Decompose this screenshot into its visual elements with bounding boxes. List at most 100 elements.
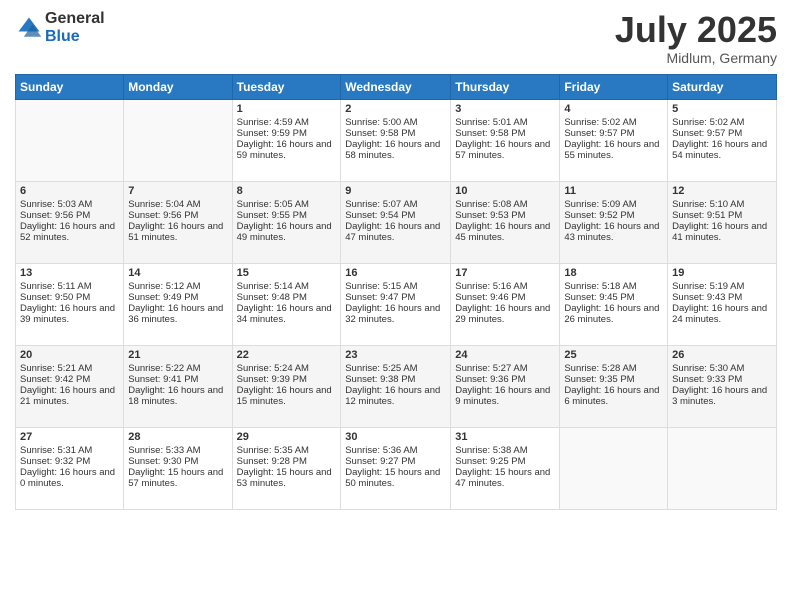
sunset-text: Sunset: 9:45 PM xyxy=(564,292,634,303)
table-row: 19Sunrise: 5:19 AMSunset: 9:43 PMDayligh… xyxy=(668,263,777,345)
daylight-text: Daylight: 16 hours and 59 minutes. xyxy=(237,139,332,161)
sunset-text: Sunset: 9:52 PM xyxy=(564,210,634,221)
day-number: 31 xyxy=(455,431,555,443)
table-row: 15Sunrise: 5:14 AMSunset: 9:48 PMDayligh… xyxy=(232,263,341,345)
day-number: 6 xyxy=(20,185,119,197)
daylight-text: Daylight: 16 hours and 39 minutes. xyxy=(20,303,115,325)
day-number: 4 xyxy=(564,103,663,115)
day-number: 30 xyxy=(345,431,446,443)
sunrise-text: Sunrise: 5:04 AM xyxy=(128,199,200,210)
daylight-text: Daylight: 16 hours and 45 minutes. xyxy=(455,221,550,243)
table-row: 13Sunrise: 5:11 AMSunset: 9:50 PMDayligh… xyxy=(16,263,124,345)
sunrise-text: Sunrise: 4:59 AM xyxy=(237,117,309,128)
sunrise-text: Sunrise: 5:05 AM xyxy=(237,199,309,210)
sunrise-text: Sunrise: 5:35 AM xyxy=(237,445,309,456)
col-tuesday: Tuesday xyxy=(232,74,341,99)
daylight-text: Daylight: 16 hours and 58 minutes. xyxy=(345,139,440,161)
sunset-text: Sunset: 9:36 PM xyxy=(455,374,525,385)
daylight-text: Daylight: 16 hours and 49 minutes. xyxy=(237,221,332,243)
sunrise-text: Sunrise: 5:24 AM xyxy=(237,363,309,374)
table-row: 20Sunrise: 5:21 AMSunset: 9:42 PMDayligh… xyxy=(16,345,124,427)
sunrise-text: Sunrise: 5:10 AM xyxy=(672,199,744,210)
sunrise-text: Sunrise: 5:15 AM xyxy=(345,281,417,292)
daylight-text: Daylight: 15 hours and 47 minutes. xyxy=(455,467,550,489)
table-row: 7Sunrise: 5:04 AMSunset: 9:56 PMDaylight… xyxy=(124,181,232,263)
col-friday: Friday xyxy=(560,74,668,99)
sunset-text: Sunset: 9:33 PM xyxy=(672,374,742,385)
daylight-text: Daylight: 16 hours and 12 minutes. xyxy=(345,385,440,407)
calendar-header-row: Sunday Monday Tuesday Wednesday Thursday… xyxy=(16,74,777,99)
table-row: 4Sunrise: 5:02 AMSunset: 9:57 PMDaylight… xyxy=(560,99,668,181)
daylight-text: Daylight: 16 hours and 41 minutes. xyxy=(672,221,767,243)
calendar-week-row: 27Sunrise: 5:31 AMSunset: 9:32 PMDayligh… xyxy=(16,427,777,509)
daylight-text: Daylight: 16 hours and 36 minutes. xyxy=(128,303,223,325)
day-number: 5 xyxy=(672,103,772,115)
sunrise-text: Sunrise: 5:08 AM xyxy=(455,199,527,210)
logo: General Blue xyxy=(15,10,105,45)
table-row: 31 Sunrise: 5:38 AMSunset: 9:25 PMDayligh… xyxy=(451,427,560,509)
col-saturday: Saturday xyxy=(668,74,777,99)
table-row: 3Sunrise: 5:01 AMSunset: 9:58 PMDaylight… xyxy=(451,99,560,181)
page: General Blue July 2025 Midlum, Germany S… xyxy=(0,0,792,612)
day-number: 21 xyxy=(128,349,227,361)
calendar-table: Sunday Monday Tuesday Wednesday Thursday… xyxy=(15,74,777,510)
table-row xyxy=(560,427,668,509)
day-number: 14 xyxy=(128,267,227,279)
sunset-text: Sunset: 9:27 PM xyxy=(345,456,415,467)
logo-text: General Blue xyxy=(45,10,105,45)
table-row xyxy=(124,99,232,181)
table-row: 21Sunrise: 5:22 AMSunset: 9:41 PMDayligh… xyxy=(124,345,232,427)
daylight-text: Daylight: 16 hours and 9 minutes. xyxy=(455,385,550,407)
sunset-text: Sunset: 9:49 PM xyxy=(128,292,198,303)
day-number: 27 xyxy=(20,431,119,443)
sunrise-text: Sunrise: 5:18 AM xyxy=(564,281,636,292)
daylight-text: Daylight: 16 hours and 29 minutes. xyxy=(455,303,550,325)
daylight-text: Daylight: 16 hours and 6 minutes. xyxy=(564,385,659,407)
table-row: 26Sunrise: 5:30 AMSunset: 9:33 PMDayligh… xyxy=(668,345,777,427)
location-subtitle: Midlum, Germany xyxy=(615,50,777,66)
sunrise-text: Sunrise: 5:09 AM xyxy=(564,199,636,210)
sunrise-text: Sunrise: 5:25 AM xyxy=(345,363,417,374)
day-number: 23 xyxy=(345,349,446,361)
calendar-week-row: 6Sunrise: 5:03 AMSunset: 9:56 PMDaylight… xyxy=(16,181,777,263)
table-row: 17Sunrise: 5:16 AMSunset: 9:46 PMDayligh… xyxy=(451,263,560,345)
day-number: 8 xyxy=(237,185,337,197)
table-row: 8 Sunrise: 5:05 AMSunset: 9:55 PMDaylight… xyxy=(232,181,341,263)
table-row: 18Sunrise: 5:18 AMSunset: 9:45 PMDayligh… xyxy=(560,263,668,345)
sunrise-text: Sunrise: 5:22 AM xyxy=(128,363,200,374)
table-row: 23Sunrise: 5:25 AMSunset: 9:38 PMDayligh… xyxy=(341,345,451,427)
calendar-week-row: 1Sunrise: 4:59 AMSunset: 9:59 PMDaylight… xyxy=(16,99,777,181)
table-row: 25Sunrise: 5:28 AMSunset: 9:35 PMDayligh… xyxy=(560,345,668,427)
day-number: 15 xyxy=(237,267,337,279)
sunset-text: Sunset: 9:48 PM xyxy=(237,292,307,303)
table-row: 5Sunrise: 5:02 AMSunset: 9:57 PMDaylight… xyxy=(668,99,777,181)
sunset-text: Sunset: 9:50 PM xyxy=(20,292,90,303)
sunset-text: Sunset: 9:58 PM xyxy=(345,128,415,139)
day-number: 1 xyxy=(237,103,337,115)
col-sunday: Sunday xyxy=(16,74,124,99)
sunset-text: Sunset: 9:32 PM xyxy=(20,456,90,467)
daylight-text: Daylight: 16 hours and 26 minutes. xyxy=(564,303,659,325)
sunrise-text: Sunrise: 5:38 AM xyxy=(455,445,527,456)
table-row: 10Sunrise: 5:08 AMSunset: 9:53 PMDayligh… xyxy=(451,181,560,263)
daylight-text: Daylight: 15 hours and 53 minutes. xyxy=(237,467,332,489)
sunset-text: Sunset: 9:42 PM xyxy=(20,374,90,385)
daylight-text: Daylight: 16 hours and 24 minutes. xyxy=(672,303,767,325)
daylight-text: Daylight: 15 hours and 57 minutes. xyxy=(128,467,223,489)
day-number: 28 xyxy=(128,431,227,443)
logo-icon xyxy=(15,14,43,42)
sunset-text: Sunset: 9:57 PM xyxy=(564,128,634,139)
day-number: 26 xyxy=(672,349,772,361)
daylight-text: Daylight: 16 hours and 15 minutes. xyxy=(237,385,332,407)
sunset-text: Sunset: 9:25 PM xyxy=(455,456,525,467)
table-row: 22Sunrise: 5:24 AMSunset: 9:39 PMDayligh… xyxy=(232,345,341,427)
daylight-text: Daylight: 16 hours and 55 minutes. xyxy=(564,139,659,161)
sunrise-text: Sunrise: 5:27 AM xyxy=(455,363,527,374)
col-monday: Monday xyxy=(124,74,232,99)
day-number: 2 xyxy=(345,103,446,115)
sunset-text: Sunset: 9:59 PM xyxy=(237,128,307,139)
sunset-text: Sunset: 9:51 PM xyxy=(672,210,742,221)
day-number: 24 xyxy=(455,349,555,361)
sunset-text: Sunset: 9:55 PM xyxy=(237,210,307,221)
table-row: 27Sunrise: 5:31 AMSunset: 9:32 PMDayligh… xyxy=(16,427,124,509)
